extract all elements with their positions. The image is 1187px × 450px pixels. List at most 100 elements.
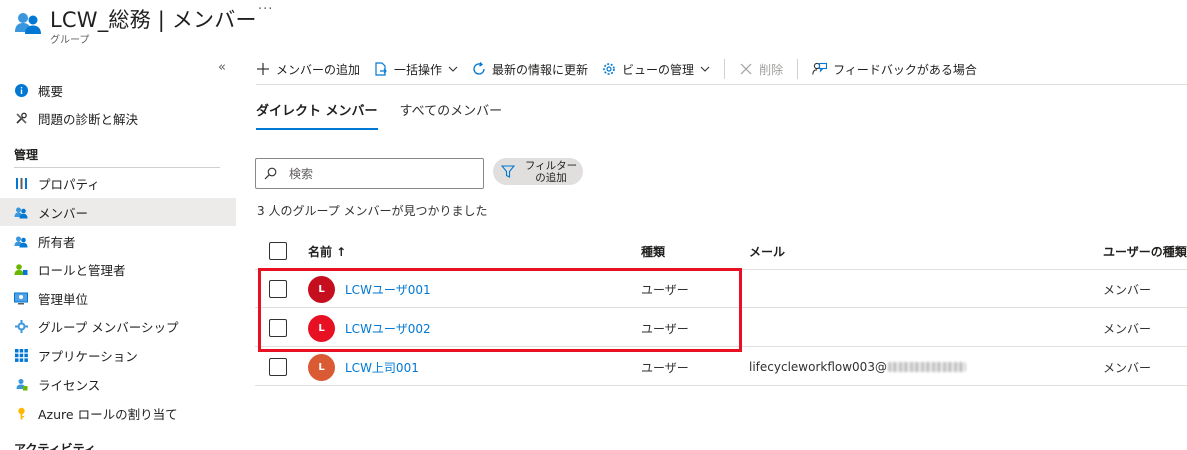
sidebar-item-label: Azure ロールの割り当て	[38, 406, 178, 422]
collapse-sidebar-icon[interactable]: «	[218, 60, 226, 75]
sidebar-item-group-membership[interactable]: グループ メンバーシップ	[0, 312, 236, 340]
chevron-down-icon	[448, 66, 458, 72]
sidebar-item-label: メンバー	[38, 205, 89, 221]
member-name-cell: L LCWユーザ002	[308, 309, 431, 347]
table-header-row: 名前 ↑ 種類 メール ユーザーの種類	[255, 232, 1187, 270]
row-checkbox[interactable]	[269, 319, 287, 337]
sidebar-item-overview[interactable]: 概要	[0, 76, 236, 104]
member-name-link[interactable]: LCWユーザ002	[345, 320, 431, 337]
table-row[interactable]: L LCWユーザ002 ユーザー メンバー	[255, 309, 1187, 347]
toolbar-divider	[797, 59, 799, 79]
member-name-link[interactable]: LCWユーザ001	[345, 281, 431, 298]
sidebar-item-admin-units[interactable]: 管理単位	[0, 284, 236, 312]
toolbar-divider	[724, 59, 726, 79]
member-email: lifecycleworkflow003@	[749, 360, 887, 374]
sidebar-item-roles[interactable]: ロールと管理者	[0, 255, 236, 283]
delete-label: 削除	[759, 62, 784, 77]
membership-icon	[14, 319, 28, 333]
sidebar-item-label: グループ メンバーシップ	[38, 319, 179, 335]
manage-view-label: ビューの管理	[622, 62, 695, 77]
license-icon	[14, 377, 28, 391]
sidebar-item-label: ロールと管理者	[38, 262, 126, 278]
table-row[interactable]: L LCW上司001 ユーザー lifecycleworkflow003@ メン…	[255, 348, 1187, 386]
member-type: ユーザー	[641, 360, 689, 375]
add-member-button[interactable]: メンバーの追加	[256, 61, 360, 78]
row-checkbox[interactable]	[269, 280, 287, 298]
select-all-checkbox[interactable]	[269, 242, 287, 260]
member-type: ユーザー	[641, 282, 689, 297]
member-user-type: メンバー	[1103, 321, 1152, 336]
add-filter-label: フィルター の追加	[524, 159, 578, 184]
avatar: L	[308, 314, 335, 342]
page-title: LCW_総務 | メンバー	[50, 8, 257, 32]
command-bar: メンバーの追加 一括操作 最新の情報に更新 ビューの管理 削除 フィードバックが…	[256, 54, 1187, 84]
sidebar-item-azure-roles[interactable]: Azure ロールの割り当て	[0, 399, 236, 427]
select-all-cell	[269, 232, 287, 270]
member-name-link[interactable]: LCW上司001	[345, 359, 419, 376]
member-user-type: メンバー	[1103, 360, 1152, 375]
refresh-button[interactable]: 最新の情報に更新	[472, 61, 588, 78]
group-icon	[15, 13, 41, 34]
section-manage: 管理	[14, 148, 39, 162]
column-type[interactable]: 種類	[641, 232, 665, 270]
refresh-icon	[472, 62, 486, 76]
sidebar-item-diagnose[interactable]: 問題の診断と解決	[0, 104, 236, 132]
tab-all-members[interactable]: すべてのメンバー	[400, 100, 503, 130]
section-activity: アクティビティ	[14, 442, 96, 450]
row-select-cell	[269, 348, 287, 386]
filter-icon	[501, 165, 515, 178]
sidebar-item-label: 概要	[38, 83, 64, 99]
table-row[interactable]: L LCWユーザ001 ユーザー メンバー	[255, 270, 1187, 308]
document-icon	[374, 62, 388, 76]
owners-icon	[14, 234, 28, 248]
delete-button[interactable]: 削除	[739, 61, 783, 78]
row-select-cell	[269, 270, 287, 308]
bulk-operations-label: 一括操作	[394, 62, 443, 77]
add-filter-button[interactable]: フィルター の追加	[493, 158, 583, 185]
close-icon	[739, 62, 753, 76]
section-divider	[14, 167, 220, 168]
properties-icon	[14, 176, 28, 190]
column-email[interactable]: メール	[749, 232, 785, 270]
sidebar-item-members[interactable]: メンバー	[0, 198, 236, 226]
sidebar-item-applications[interactable]: アプリケーション	[0, 341, 236, 369]
manage-view-button[interactable]: ビューの管理	[602, 61, 710, 78]
sidebar-item-label: 管理単位	[38, 291, 89, 307]
info-icon	[14, 83, 28, 97]
more-options-icon[interactable]: ···	[258, 2, 273, 17]
feedback-icon	[812, 62, 828, 76]
chevron-down-icon	[700, 66, 710, 72]
tab-direct-members[interactable]: ダイレクト メンバー	[256, 100, 378, 130]
search-input[interactable]	[289, 166, 469, 181]
plus-icon	[256, 62, 270, 76]
blade-header: LCW_総務 | メンバー グループ ···	[0, 0, 1187, 52]
member-user-type: メンバー	[1103, 282, 1152, 297]
row-checkbox[interactable]	[269, 358, 287, 376]
member-name-cell: L LCWユーザ001	[308, 270, 431, 308]
wrench-icon	[14, 111, 28, 125]
key-icon	[14, 406, 28, 420]
sidebar-item-label: 所有者	[38, 234, 76, 250]
sidebar-item-owners[interactable]: 所有者	[0, 227, 236, 255]
bulk-operations-button[interactable]: 一括操作	[374, 61, 458, 78]
feedback-button[interactable]: フィードバックがある場合	[812, 61, 977, 78]
member-email-cell: lifecycleworkflow003@	[749, 348, 966, 386]
sidebar-item-label: ライセンス	[38, 377, 101, 393]
search-box[interactable]	[255, 158, 484, 189]
roles-icon	[14, 262, 28, 276]
apps-icon	[14, 348, 28, 362]
sidebar-item-label: プロパティ	[38, 176, 100, 192]
member-tabs: ダイレクト メンバー すべてのメンバー	[256, 100, 524, 130]
member-type: ユーザー	[641, 321, 689, 336]
sidebar-item-properties[interactable]: プロパティ	[0, 169, 236, 197]
avatar: L	[308, 353, 335, 381]
sidebar-item-label: アプリケーション	[38, 348, 138, 364]
result-count: 3 人のグループ メンバーが見つかりました	[257, 204, 488, 218]
member-name-cell: L LCW上司001	[308, 348, 419, 386]
feedback-label: フィードバックがある場合	[833, 62, 977, 77]
column-name[interactable]: 名前 ↑	[308, 232, 346, 270]
sidebar-item-licenses[interactable]: ライセンス	[0, 370, 236, 398]
sidebar: « 概要 問題の診断と解決 管理 プロパティ メンバー 所有者 ロールと管理者 …	[0, 52, 236, 450]
column-user-type[interactable]: ユーザーの種類	[1103, 232, 1187, 270]
add-member-label: メンバーの追加	[276, 62, 361, 77]
